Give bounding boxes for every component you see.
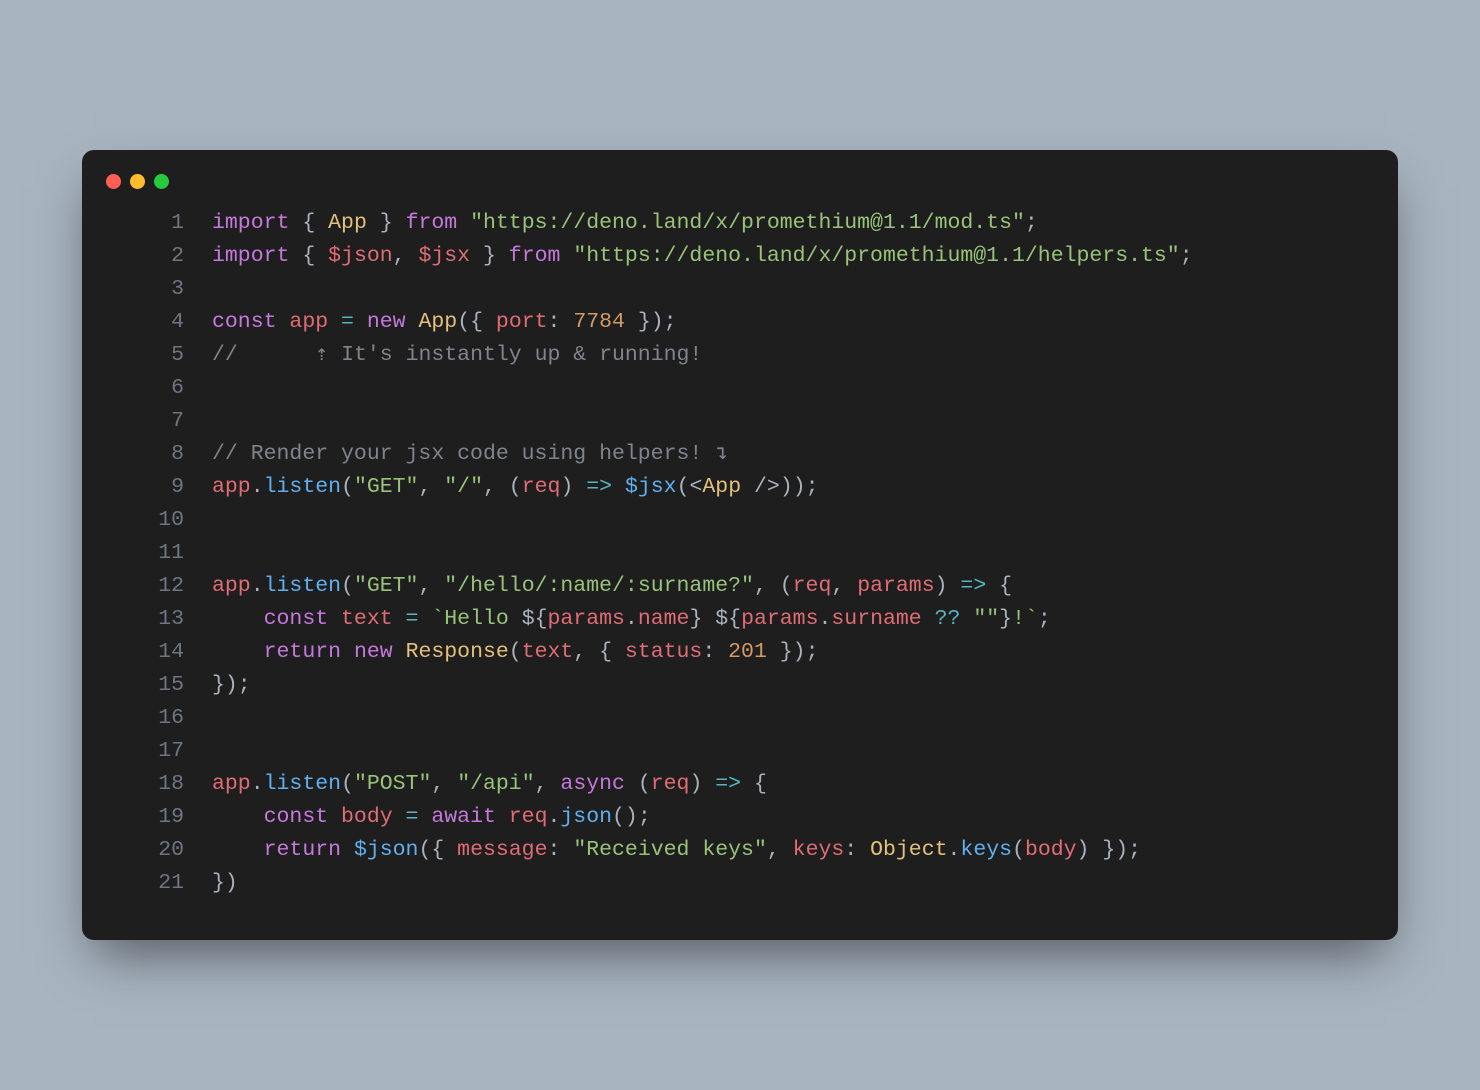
- code-line[interactable]: 11: [82, 537, 1398, 570]
- line-number: 18: [82, 768, 212, 801]
- line-number: 17: [82, 735, 212, 768]
- code-line[interactable]: 3: [82, 273, 1398, 306]
- code-line[interactable]: 5// ⇡ It's instantly up & running!: [82, 339, 1398, 372]
- line-number: 14: [82, 636, 212, 669]
- code-line[interactable]: 6: [82, 372, 1398, 405]
- line-content[interactable]: [212, 372, 225, 405]
- line-content[interactable]: [212, 537, 225, 570]
- code-line[interactable]: 4const app = new App({ port: 7784 });: [82, 306, 1398, 339]
- line-number: 5: [82, 339, 212, 372]
- zoom-icon[interactable]: [154, 174, 169, 189]
- code-line[interactable]: 14 return new Response(text, { status: 2…: [82, 636, 1398, 669]
- code-line[interactable]: 12app.listen("GET", "/hello/:name/:surna…: [82, 570, 1398, 603]
- line-number: 3: [82, 273, 212, 306]
- line-content[interactable]: const text = `Hello ${params.name} ${par…: [212, 603, 1051, 636]
- line-number: 16: [82, 702, 212, 735]
- line-content[interactable]: // ⇡ It's instantly up & running!: [212, 339, 702, 372]
- line-number: 10: [82, 504, 212, 537]
- minimize-icon[interactable]: [130, 174, 145, 189]
- line-number: 6: [82, 372, 212, 405]
- line-number: 2: [82, 240, 212, 273]
- code-line[interactable]: 16: [82, 702, 1398, 735]
- code-line[interactable]: 8// Render your jsx code using helpers! …: [82, 438, 1398, 471]
- line-number: 13: [82, 603, 212, 636]
- line-number: 9: [82, 471, 212, 504]
- code-line[interactable]: 13 const text = `Hello ${params.name} ${…: [82, 603, 1398, 636]
- line-number: 8: [82, 438, 212, 471]
- line-content[interactable]: // Render your jsx code using helpers! ↴: [212, 438, 728, 471]
- line-content[interactable]: import { $json, $jsx } from "https://den…: [212, 240, 1193, 273]
- code-editor[interactable]: 1import { App } from "https://deno.land/…: [82, 207, 1398, 900]
- line-number: 11: [82, 537, 212, 570]
- line-content[interactable]: return $json({ message: "Received keys",…: [212, 834, 1141, 867]
- code-line[interactable]: 7: [82, 405, 1398, 438]
- code-line[interactable]: 15});: [82, 669, 1398, 702]
- line-content[interactable]: const body = await req.json();: [212, 801, 651, 834]
- code-window: 1import { App } from "https://deno.land/…: [82, 150, 1398, 940]
- line-number: 7: [82, 405, 212, 438]
- line-content[interactable]: [212, 273, 225, 306]
- line-number: 21: [82, 867, 212, 900]
- line-content[interactable]: import { App } from "https://deno.land/x…: [212, 207, 1038, 240]
- line-content[interactable]: });: [212, 669, 251, 702]
- line-number: 4: [82, 306, 212, 339]
- line-number: 1: [82, 207, 212, 240]
- line-content[interactable]: return new Response(text, { status: 201 …: [212, 636, 818, 669]
- line-content[interactable]: }): [212, 867, 238, 900]
- code-line[interactable]: 18app.listen("POST", "/api", async (req)…: [82, 768, 1398, 801]
- line-content[interactable]: const app = new App({ port: 7784 });: [212, 306, 677, 339]
- line-content[interactable]: app.listen("GET", "/hello/:name/:surname…: [212, 570, 1012, 603]
- line-number: 20: [82, 834, 212, 867]
- line-number: 19: [82, 801, 212, 834]
- code-line[interactable]: 1import { App } from "https://deno.land/…: [82, 207, 1398, 240]
- close-icon[interactable]: [106, 174, 121, 189]
- line-content[interactable]: [212, 702, 225, 735]
- code-line[interactable]: 9app.listen("GET", "/", (req) => $jsx(<A…: [82, 471, 1398, 504]
- line-number: 15: [82, 669, 212, 702]
- line-content[interactable]: app.listen("GET", "/", (req) => $jsx(<Ap…: [212, 471, 819, 504]
- line-number: 12: [82, 570, 212, 603]
- line-content[interactable]: app.listen("POST", "/api", async (req) =…: [212, 768, 767, 801]
- code-line[interactable]: 20 return $json({ message: "Received key…: [82, 834, 1398, 867]
- code-line[interactable]: 21}): [82, 867, 1398, 900]
- code-line[interactable]: 2import { $json, $jsx } from "https://de…: [82, 240, 1398, 273]
- code-line[interactable]: 19 const body = await req.json();: [82, 801, 1398, 834]
- line-content[interactable]: [212, 504, 225, 537]
- code-line[interactable]: 17: [82, 735, 1398, 768]
- line-content[interactable]: [212, 405, 225, 438]
- line-content[interactable]: [212, 735, 225, 768]
- code-line[interactable]: 10: [82, 504, 1398, 537]
- window-titlebar: [82, 174, 1398, 207]
